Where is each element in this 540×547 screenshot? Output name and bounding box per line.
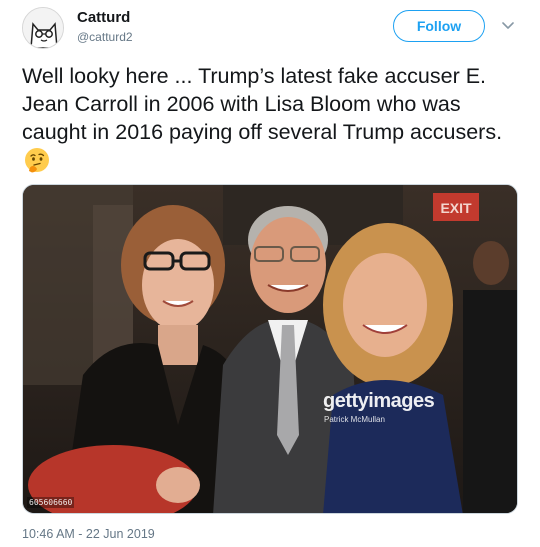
tweet-text: Well looky here ... Trump’s latest fake … [22,62,522,174]
author-display-name[interactable]: Catturd [77,9,130,26]
tweet-timestamp[interactable]: 10:46 AM - 22 Jun 2019 [22,527,155,541]
photo-credit: Patrick McMullan [324,415,385,424]
author-handle[interactable]: @catturd2 [77,30,133,44]
getty-watermark: gettyimages [323,390,435,412]
image-id-label: 605606660 [27,497,75,508]
exit-sign-text: EXIT [440,200,472,216]
follow-button[interactable]: Follow [393,10,485,42]
thinking-face-emoji-icon [25,148,49,173]
tweet-photo[interactable]: EXIT gettyimages Patrick McMullan 605606… [22,184,518,514]
author-avatar[interactable] [22,7,64,49]
tweet-body: Well looky here ... Trump’s latest fake … [22,64,503,144]
cat-avatar-icon [23,8,63,48]
chevron-down-icon[interactable] [500,18,516,32]
tweet-card: Catturd @catturd2 Follow Well looky here… [0,0,540,547]
event-photo-image: EXIT [23,185,517,513]
